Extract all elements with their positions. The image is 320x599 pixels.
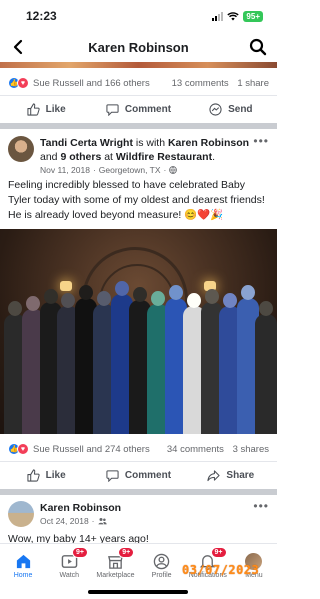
tab-label: Profile	[151, 571, 172, 579]
home-icon	[16, 554, 30, 568]
post-reactions: 👍 ♥ Sue Russell and 274 others 34 comment…	[8, 440, 269, 458]
globe-icon	[169, 166, 178, 174]
comment-count[interactable]: 13 comments	[172, 78, 229, 89]
share-button[interactable]: Share	[185, 469, 277, 482]
tab-label: Home	[13, 571, 33, 579]
tagged-friend[interactable]: Karen Robinson	[168, 137, 249, 149]
wifi-icon	[227, 11, 240, 20]
reaction-count[interactable]: Sue Russell and 166 others	[33, 78, 150, 89]
home-indicator	[88, 590, 188, 594]
messenger-icon	[209, 103, 222, 116]
tab-home[interactable]: Home	[0, 544, 46, 587]
top-post-actions: Like Comment Send	[0, 95, 277, 123]
comment-label: Comment	[124, 104, 172, 115]
tab-marketplace[interactable]: 9+ Marketplace	[92, 544, 138, 587]
post-meta-line: Nov 11, 2018 · Georgetown, TX ·	[40, 165, 269, 175]
comment-button[interactable]: Comment	[92, 469, 184, 482]
person-figure	[255, 314, 277, 434]
post-actions: Like Comment Share	[0, 461, 277, 489]
comment-label: Comment	[124, 470, 172, 481]
wall-lamp	[60, 281, 72, 291]
love-reaction-icon: ♥	[17, 77, 29, 89]
like-label: Like	[45, 104, 66, 115]
send-button[interactable]: Send	[185, 103, 277, 116]
love-reaction-icon: ♥	[17, 443, 29, 455]
and-text: and	[40, 151, 61, 163]
thumbs-up-icon	[27, 103, 40, 116]
with-text: is with	[132, 137, 168, 149]
thumbs-up-icon	[27, 469, 40, 482]
status-icons: 95+	[212, 10, 263, 22]
like-button[interactable]: Like	[0, 103, 92, 116]
profile-icon	[153, 553, 170, 569]
friends-icon	[97, 518, 107, 525]
profile-header: Karen Robinson	[0, 32, 277, 62]
post-author-name[interactable]: Tandi Certa Wright	[40, 137, 133, 149]
post-photo[interactable]	[0, 229, 277, 434]
post-header: Karen Robinson Oct 24, 2018 · •••	[8, 499, 269, 527]
post-author-line: Tandi Certa Wright is with Karen Robinso…	[40, 136, 269, 164]
status-time: 12:23	[26, 9, 57, 23]
post-author-name[interactable]: Karen Robinson	[40, 502, 121, 514]
previous-post-photo[interactable]	[0, 62, 277, 68]
tab-profile[interactable]: Profile	[139, 544, 185, 587]
avatar[interactable]	[8, 501, 34, 527]
more-options-icon[interactable]: •••	[253, 134, 269, 148]
comment-button[interactable]: Comment	[92, 103, 184, 116]
page-title: Karen Robinson	[88, 39, 189, 55]
top-post-reactions: 👍 ♥ Sue Russell and 166 others 13 comment…	[8, 74, 269, 92]
tab-watch[interactable]: 9+ Watch	[46, 544, 92, 587]
notification-badge: 9+	[210, 547, 227, 558]
share-icon	[207, 470, 221, 482]
tab-label: Watch	[59, 571, 80, 579]
chevron-left-icon[interactable]	[10, 38, 28, 56]
post-date[interactable]: Nov 11, 2018	[40, 165, 90, 175]
post-date[interactable]: Oct 24, 2018	[40, 516, 89, 526]
share-count[interactable]: 3 shares	[233, 444, 269, 455]
share-count[interactable]: 1 share	[237, 78, 269, 89]
comment-icon	[106, 104, 119, 116]
reaction-count[interactable]: Sue Russell and 274 others	[33, 444, 150, 455]
comment-icon	[106, 470, 119, 482]
like-label: Like	[45, 470, 66, 481]
comment-count[interactable]: 34 comments	[167, 444, 224, 455]
feed-divider	[0, 489, 277, 495]
tagged-others[interactable]: 9 others	[60, 151, 101, 163]
photo-date-stamp: 03/07/2023	[182, 563, 260, 577]
like-button[interactable]: Like	[0, 469, 92, 482]
battery-indicator: 95+	[243, 10, 263, 22]
checkin-place[interactable]: Wildfire Restaurant	[116, 151, 212, 163]
at-text: at	[101, 151, 116, 163]
tab-label: Marketplace	[96, 571, 135, 579]
post-header: Tandi Certa Wright is with Karen Robinso…	[8, 134, 269, 175]
avatar[interactable]	[8, 136, 34, 162]
feed-divider	[0, 123, 277, 129]
send-label: Send	[228, 104, 253, 115]
post-author-line: Karen Robinson	[40, 501, 269, 515]
post-meta-line: Oct 24, 2018 ·	[40, 516, 269, 526]
share-label: Share	[226, 470, 255, 481]
post-text: Feeling incredibly blessed to have celeb…	[8, 179, 265, 221]
period-text: .	[212, 151, 215, 163]
post-location[interactable]: Georgetown, TX	[99, 165, 161, 175]
notification-badge: 9+	[72, 547, 88, 558]
notification-badge: 9+	[118, 547, 135, 558]
status-bar: 12:23 95+	[0, 0, 277, 32]
more-options-icon[interactable]: •••	[253, 499, 269, 513]
signal-icon	[212, 11, 224, 21]
search-icon[interactable]	[249, 38, 267, 56]
